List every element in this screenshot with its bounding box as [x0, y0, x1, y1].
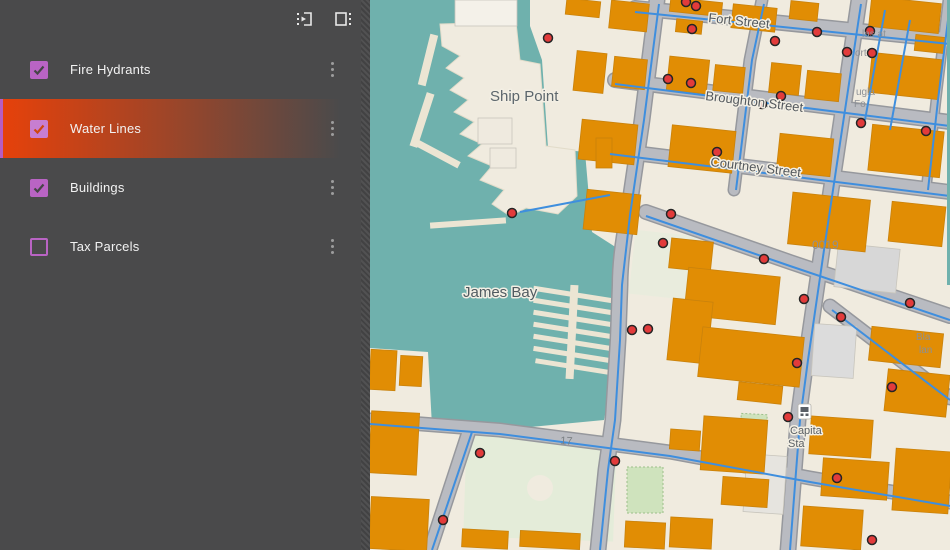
fire-hydrant-point: [508, 209, 517, 218]
layer-options-icon[interactable]: [327, 117, 338, 140]
map-label: ort: [855, 48, 867, 59]
map-label: ugla: [856, 87, 875, 98]
layer-label: Buildings: [70, 180, 327, 195]
fire-hydrant-point: [843, 48, 852, 57]
fire-hydrant-point: [476, 449, 485, 458]
fire-hydrant-point: [682, 0, 691, 7]
layer-label: Tax Parcels: [70, 239, 327, 254]
fire-hydrant-point: [688, 25, 697, 34]
fire-hydrant-point: [687, 79, 696, 88]
app-window: Fire Hydrants Water Lines Buildings T: [0, 0, 950, 550]
fire-hydrant-point: [611, 457, 620, 466]
map-label: 0019: [812, 238, 839, 252]
fire-hydrant-point: [664, 75, 673, 84]
fire-hydrant-point: [667, 210, 676, 219]
layer-item-water-lines[interactable]: Water Lines: [0, 99, 362, 158]
fire-hydrant-point: [644, 325, 653, 334]
layer-item-fire-hydrants[interactable]: Fire Hydrants: [0, 40, 362, 99]
layer-item-tax-parcels[interactable]: Tax Parcels: [0, 217, 362, 276]
fire-hydrant-point: [922, 127, 931, 136]
panel-toolbar: [294, 8, 354, 30]
fire-hydrant-point: [544, 34, 553, 43]
fire-hydrant-point: [868, 49, 877, 58]
layers-panel: Fire Hydrants Water Lines Buildings T: [0, 0, 370, 550]
map-label: Ship Point: [490, 88, 559, 105]
fire-hydrant-point: [659, 239, 668, 248]
map-label: Capita: [790, 425, 823, 437]
layer-options-icon[interactable]: [327, 235, 338, 258]
map-label: Bla: [916, 332, 931, 343]
map-label: las at: [862, 29, 886, 40]
fire-hydrant-point: [813, 28, 822, 37]
dock-panel-icon[interactable]: [332, 8, 354, 30]
map-label: James Bay: [463, 284, 538, 301]
map-canvas[interactable]: Fort StreetBroughton StreetCourtney Stre…: [370, 0, 950, 550]
layer-options-icon[interactable]: [327, 176, 338, 199]
fire-hydrant-point: [692, 2, 701, 11]
fire-hydrant-point: [906, 299, 915, 308]
fire-hydrant-point: [857, 119, 866, 128]
map-label: Sta: [788, 438, 805, 450]
fire-hydrant-point: [800, 295, 809, 304]
fire-hydrant-point: [888, 383, 897, 392]
layer-label: Fire Hydrants: [70, 62, 327, 77]
map-view: Fort StreetBroughton StreetCourtney Stre…: [370, 0, 950, 550]
layer-checkbox-tax-parcels[interactable]: [30, 238, 48, 256]
fire-hydrant-point: [771, 37, 780, 46]
layer-options-icon[interactable]: [327, 58, 338, 81]
fire-hydrant-point: [628, 326, 637, 335]
layer-label: Water Lines: [70, 121, 327, 136]
fire-hydrant-point: [833, 474, 842, 483]
layer-checkbox-fire-hydrants[interactable]: [30, 61, 48, 79]
map-label: Fo: [854, 99, 866, 110]
fire-hydrant-point: [760, 255, 769, 264]
fire-hydrant-point: [837, 313, 846, 322]
map-label: 17: [560, 435, 573, 448]
fire-hydrant-point: [439, 516, 448, 525]
fire-hydrant-point: [784, 413, 793, 422]
panel-scrollbar[interactable]: [361, 0, 370, 550]
collapse-panel-icon[interactable]: [294, 8, 316, 30]
layer-item-buildings[interactable]: Buildings: [0, 158, 362, 217]
layer-checkbox-water-lines[interactable]: [30, 120, 48, 138]
map-label: lan: [919, 345, 932, 356]
layer-checkbox-buildings[interactable]: [30, 179, 48, 197]
fire-hydrant-point: [868, 536, 877, 545]
layer-list: Fire Hydrants Water Lines Buildings T: [0, 40, 362, 276]
fire-hydrant-point: [793, 359, 802, 368]
